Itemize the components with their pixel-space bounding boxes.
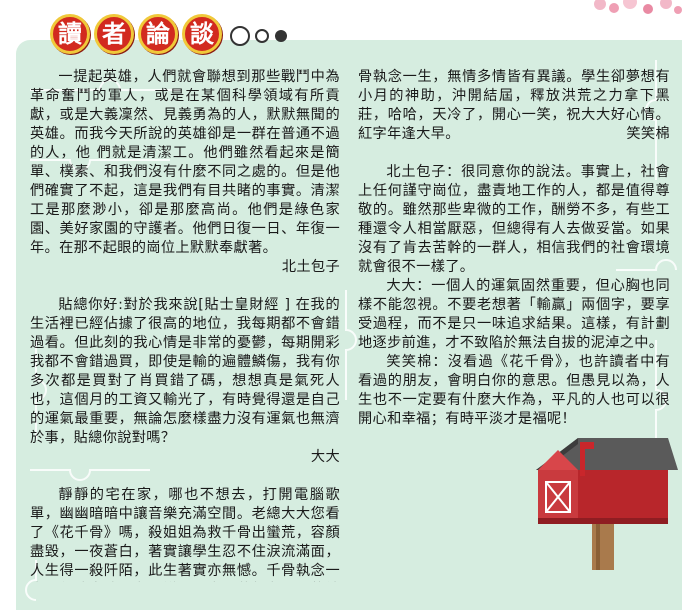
editor-reply-3: 笑笑棉：沒看過《花千骨》，也許讀者中有看過的朋友，會明白你的意思。但愚見以為，人… (358, 354, 670, 427)
right-column: 骨執念一生，無情多情皆有異議。學生卻夢想有小月的神助，沖開結屆，釋放洪荒之力拿下… (358, 68, 670, 429)
editor-reply-1: 北土包子：很同意你的說法。事實上，社會上任何謹守崗位，盡責地工作的人，都是值得尊… (358, 164, 670, 275)
left-column: 一提起英雄，人們就會聯想到那些戰鬥中為革命奮鬥的軍人，或是在某個科學領域有所貢獻… (30, 68, 340, 582)
article-1-signature: 北土包子 (281, 259, 340, 275)
title-char-2: 者 (94, 14, 134, 54)
decorative-dot-medium (255, 29, 269, 43)
decorative-dot-large (230, 26, 250, 46)
article-1-body: 一提起英雄，人們就會聯想到那些戰鬥中為革命奮鬥的軍人，或是在某個科學領域有所貢獻… (30, 69, 340, 256)
article-2-signature: 大大 (310, 449, 340, 465)
title-char-3: 論 (138, 14, 178, 54)
decorative-dot-small (275, 30, 287, 42)
mailbox-icon (536, 438, 678, 570)
title-char-4: 談 (182, 14, 222, 54)
title-char-1: 讀 (50, 14, 90, 54)
article-2-body: 貼總你好:對於我來說[貼士皇財經 ] 在我的生活裡已經佔據了很高的地位，我每期都… (30, 297, 340, 446)
editor-reply-2: 大大：一個人的運氣固然重要，但心胸也同樣不能忽視。不要老想著「輸贏」兩個字，要享… (358, 278, 670, 351)
article-3-body: 靜靜的宅在家，哪也不想去，打開電腦歌單，幽幽暗暗中讓音樂充滿空間。老總大大您看了… (30, 487, 340, 579)
flower-decoration-icon (594, 0, 682, 14)
